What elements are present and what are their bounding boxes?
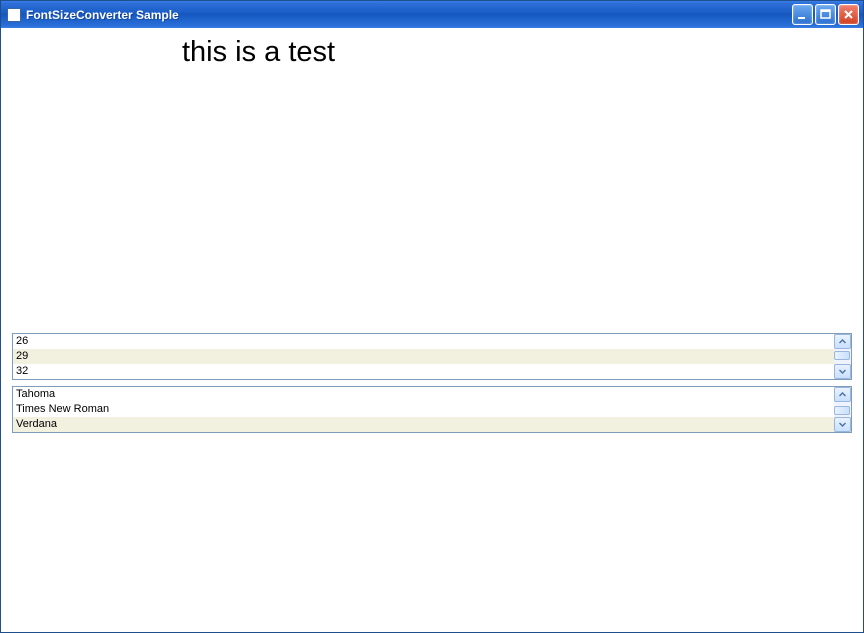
font-size-items: 26 29 32 bbox=[13, 334, 834, 379]
app-window: FontSizeConverter Sample this is a test … bbox=[0, 0, 864, 633]
font-size-listbox[interactable]: 26 29 32 bbox=[12, 333, 852, 380]
sample-text: this is a test bbox=[182, 36, 335, 69]
list-item[interactable]: Tahoma bbox=[13, 387, 834, 402]
scroll-down-button[interactable] bbox=[834, 417, 851, 432]
scroll-down-button[interactable] bbox=[834, 364, 851, 379]
list-item[interactable]: Times New Roman bbox=[13, 402, 834, 417]
list-item[interactable]: 26 bbox=[13, 334, 834, 349]
scrollbar[interactable] bbox=[834, 334, 851, 379]
window-title: FontSizeConverter Sample bbox=[26, 8, 792, 22]
window-controls bbox=[792, 4, 859, 25]
list-item[interactable]: 32 bbox=[13, 364, 834, 379]
maximize-button[interactable] bbox=[815, 4, 836, 25]
close-button[interactable] bbox=[838, 4, 859, 25]
scrollbar[interactable] bbox=[834, 387, 851, 432]
font-family-items: Tahoma Times New Roman Verdana bbox=[13, 387, 834, 432]
list-item[interactable]: Verdana bbox=[13, 417, 834, 432]
app-icon bbox=[7, 8, 21, 22]
scroll-thumb[interactable] bbox=[834, 351, 850, 360]
font-family-listbox[interactable]: Tahoma Times New Roman Verdana bbox=[12, 386, 852, 433]
scroll-up-button[interactable] bbox=[834, 334, 851, 349]
minimize-button[interactable] bbox=[792, 4, 813, 25]
scroll-up-button[interactable] bbox=[834, 387, 851, 402]
scroll-track[interactable] bbox=[834, 349, 851, 364]
titlebar[interactable]: FontSizeConverter Sample bbox=[1, 1, 863, 28]
scroll-thumb[interactable] bbox=[834, 406, 850, 415]
client-area: this is a test 26 29 32 Tahom bbox=[2, 28, 862, 631]
list-item[interactable]: 29 bbox=[13, 349, 834, 364]
scroll-track[interactable] bbox=[834, 402, 851, 417]
